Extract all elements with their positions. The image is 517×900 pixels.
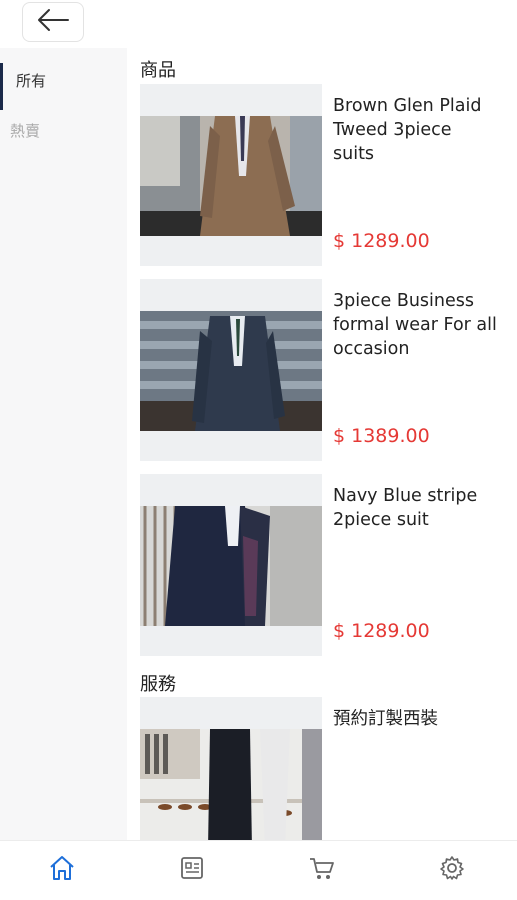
sidebar-item-label: 熱賣 xyxy=(10,122,41,140)
section-title-services: 服務 xyxy=(140,674,176,695)
tab-news[interactable] xyxy=(175,853,209,887)
product-title: Navy Blue stripe 2piece suit xyxy=(333,486,478,530)
sidebar-item-label: 所有 xyxy=(16,72,47,90)
product-price: $ 1389.00 xyxy=(333,425,430,447)
cart-icon xyxy=(308,854,336,886)
tab-settings[interactable] xyxy=(435,853,469,887)
product-card[interactable]: Navy Blue stripe 2piece suit $ 1289.00 xyxy=(140,474,500,659)
service-image xyxy=(140,697,322,840)
sidebar-item-hot[interactable]: 熱賣 xyxy=(0,106,127,156)
product-card[interactable]: 3piece Business formal wear For all occa… xyxy=(140,279,500,464)
category-sidebar: 所有 熱賣 xyxy=(0,48,127,840)
product-image xyxy=(140,279,322,461)
product-title: 3piece Business formal wear For all occa… xyxy=(333,291,497,359)
service-title: 預約訂製西裝 xyxy=(333,709,438,729)
product-title: Brown Glen Plaid Tweed 3piece suits xyxy=(333,96,482,164)
sidebar-item-all[interactable]: 所有 xyxy=(0,56,127,110)
service-card[interactable]: 預約訂製西裝 xyxy=(140,697,500,840)
bottom-navigation xyxy=(0,840,517,900)
product-price: $ 1289.00 xyxy=(333,620,430,642)
product-price: $ 1289.00 xyxy=(333,230,430,252)
news-icon xyxy=(178,854,206,886)
product-image xyxy=(140,84,322,266)
product-image xyxy=(140,474,322,656)
tab-home[interactable] xyxy=(45,853,79,887)
tab-cart[interactable] xyxy=(305,853,339,887)
home-icon xyxy=(48,854,76,886)
section-title-products: 商品 xyxy=(140,60,176,81)
top-bar xyxy=(0,0,517,48)
gear-icon xyxy=(438,854,466,886)
arrow-left-icon xyxy=(36,8,70,36)
back-button[interactable] xyxy=(22,2,84,42)
product-card[interactable]: Brown Glen Plaid Tweed 3piece suits $ 12… xyxy=(140,84,500,269)
